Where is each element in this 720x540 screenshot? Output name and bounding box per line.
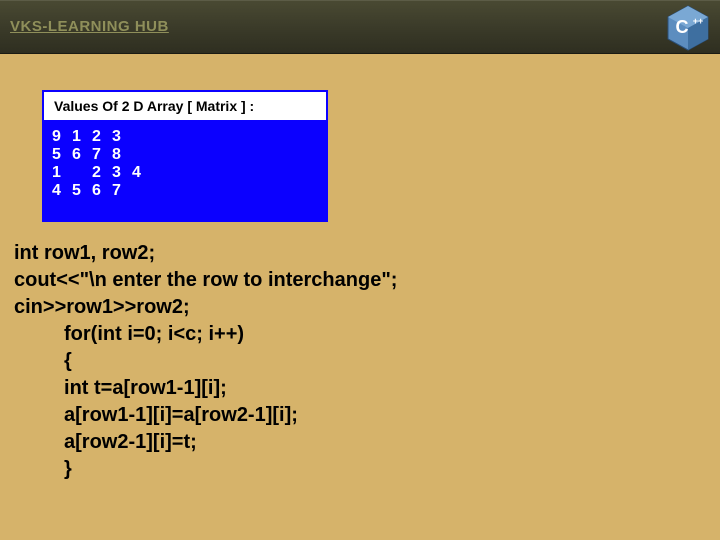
matrix-body: 9 1 2 3 5 6 7 8 1 2 3: [44, 122, 326, 206]
code-line: }: [14, 458, 72, 480]
cpp-logo: C ++: [662, 2, 714, 54]
matrix-cell: 3: [112, 128, 132, 146]
matrix-cell: [132, 128, 152, 146]
table-row: 1 2 3 4: [52, 164, 152, 182]
matrix-cell: 6: [72, 146, 92, 164]
matrix-cell: [72, 164, 92, 182]
code-line: cout<<"\n enter the row to interchange";: [14, 269, 397, 291]
matrix-cell: 3: [112, 164, 132, 182]
matrix-cell: 7: [92, 146, 112, 164]
matrix-cell: 6: [92, 182, 112, 200]
matrix-cell: [132, 182, 152, 200]
svg-text:C: C: [676, 17, 689, 37]
code-line: {: [14, 350, 72, 372]
code-line: int row1, row2;: [14, 242, 155, 264]
code-line: for(int i=0; i<c; i++): [14, 323, 244, 345]
table-row: 5 6 7 8: [52, 146, 152, 164]
matrix-cell: 8: [112, 146, 132, 164]
table-row: 9 1 2 3: [52, 128, 152, 146]
matrix-panel: Values Of 2 D Array [ Matrix ] : 9 1 2 3…: [42, 90, 328, 222]
matrix-cell: 1: [72, 128, 92, 146]
matrix-cell: 9: [52, 128, 72, 146]
matrix-cell: 2: [92, 128, 112, 146]
matrix-cell: 5: [72, 182, 92, 200]
matrix-cell: 4: [52, 182, 72, 200]
code-line: a[row2-1][i]=t;: [14, 431, 197, 453]
table-row: 4 5 6 7: [52, 182, 152, 200]
matrix-table: 9 1 2 3 5 6 7 8 1 2 3: [52, 128, 152, 200]
slide-page: VKS-LEARNING HUB C ++ Values Of 2 D Arra…: [0, 0, 720, 540]
code-block: int row1, row2; cout<<"\n enter the row …: [14, 240, 397, 483]
code-line: int t=a[row1-1][i];: [14, 377, 227, 399]
matrix-cell: 7: [112, 182, 132, 200]
code-line: a[row1-1][i]=a[row2-1][i];: [14, 404, 298, 426]
header-bar: VKS-LEARNING HUB C ++: [0, 0, 720, 54]
matrix-cell: 4: [132, 164, 152, 182]
matrix-title: Values Of 2 D Array [ Matrix ] :: [44, 92, 326, 122]
matrix-cell: 1: [52, 164, 72, 182]
matrix-cell: 5: [52, 146, 72, 164]
code-line: cin>>row1>>row2;: [14, 296, 190, 318]
matrix-cell: [132, 146, 152, 164]
brand-title: VKS-LEARNING HUB: [10, 18, 169, 35]
cpp-plus-icon: ++: [693, 16, 704, 26]
matrix-cell: 2: [92, 164, 112, 182]
